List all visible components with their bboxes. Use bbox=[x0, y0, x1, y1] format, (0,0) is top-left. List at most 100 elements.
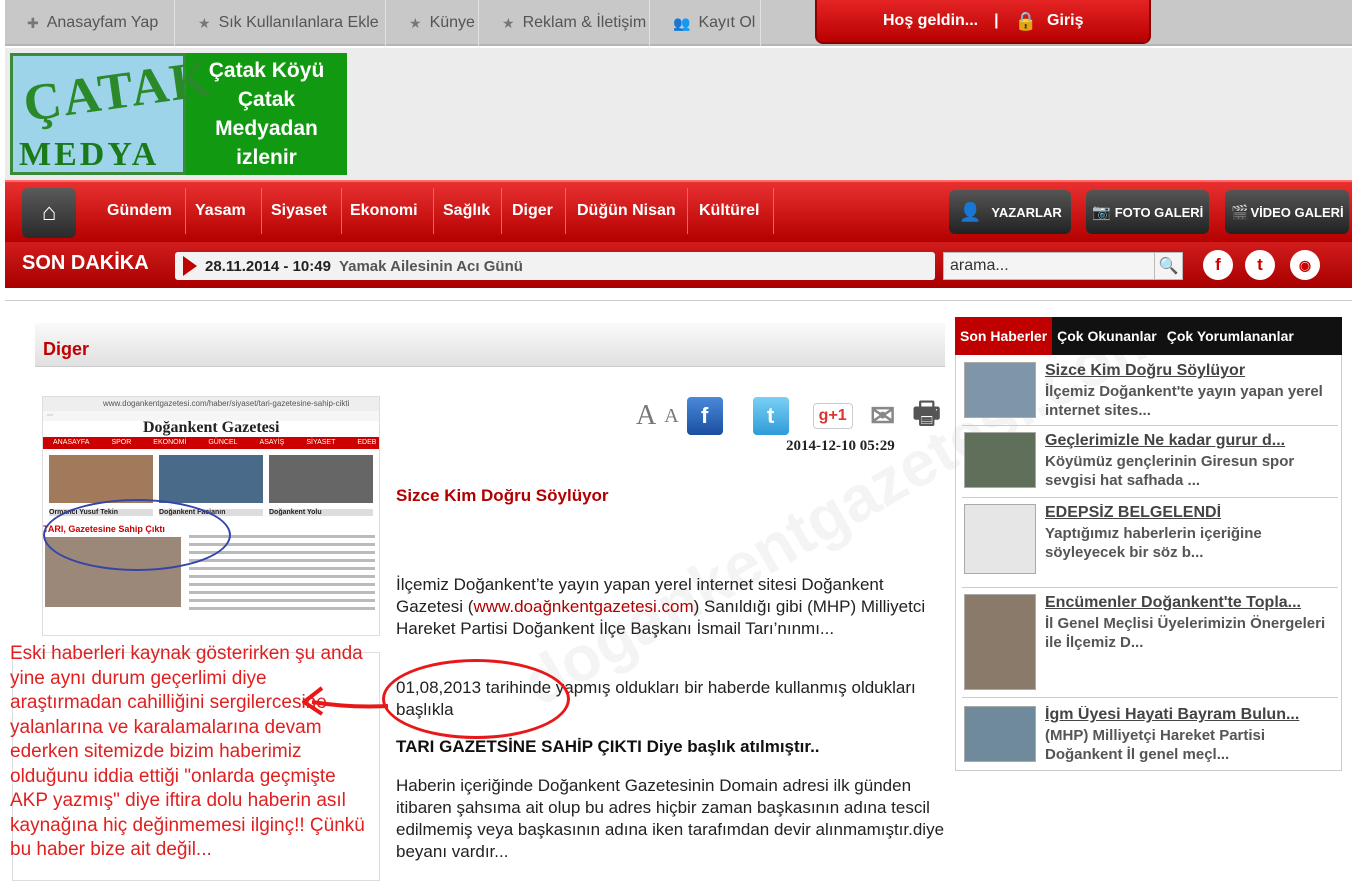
kunye-link[interactable]: ★ Künye bbox=[387, 0, 479, 46]
welcome-text: Hoş geldin... bbox=[883, 12, 979, 29]
tab-cok-okunanlar[interactable]: Çok Okunanlar bbox=[1052, 317, 1162, 355]
news-thumbnail[interactable] bbox=[964, 504, 1036, 574]
category-header: Diger bbox=[35, 323, 945, 367]
star-icon: ★ bbox=[198, 14, 211, 31]
news-title[interactable]: EDEPSİZ BELGELENDİ bbox=[1045, 504, 1335, 522]
share-gplus-icon[interactable]: g+1 bbox=[812, 403, 853, 429]
image-menu: ANASAYFA SPOR EKONOMİ GÜNCEL ASAYİŞ SİYA… bbox=[43, 437, 379, 449]
tab-cok-yorumlananlar[interactable]: Çok Yorumlananlar bbox=[1162, 317, 1299, 355]
video-gallery-button[interactable]: 🎬 VİDEO GALERİ bbox=[1225, 190, 1349, 234]
list-item[interactable]: EDEPSİZ BELGELENDİ Yaptığımız haberlerin… bbox=[962, 502, 1338, 588]
news-title[interactable]: Sizce Kim Doğru Söylüyor bbox=[1045, 362, 1335, 380]
tab-son-haberler[interactable]: Son Haberler bbox=[955, 317, 1053, 355]
news-thumbnail[interactable] bbox=[964, 432, 1036, 488]
lock-icon: 🔒 bbox=[1014, 10, 1038, 31]
news-desc: (MHP) Milliyetçi Hareket Partisi Doğanke… bbox=[1045, 727, 1266, 763]
news-desc: İl Genel Meçlisi Üyelerimizin Önergeleri… bbox=[1045, 615, 1326, 651]
nav-divider bbox=[773, 188, 774, 234]
register-link[interactable]: 👥 Kayıt Ol bbox=[651, 0, 761, 46]
image-site-title: Doğankent Gazetesi bbox=[43, 420, 379, 437]
share-twitter-icon[interactable]: t bbox=[752, 397, 789, 435]
highlight-oval bbox=[382, 659, 570, 739]
image-thumbs bbox=[43, 449, 379, 509]
nav-divider bbox=[341, 188, 342, 234]
nav-item-kulturel[interactable]: Kültürel bbox=[699, 182, 759, 240]
nav-item-ekonomi[interactable]: Ekonomi bbox=[350, 182, 418, 240]
main-nav: ⌂ Gündem Yasam Siyaset Ekonomi Sağlık Di… bbox=[5, 180, 1352, 242]
rss-icon[interactable]: ◉ bbox=[1290, 250, 1320, 280]
image-thumb bbox=[269, 455, 373, 503]
nav-item-saglik[interactable]: Sağlık bbox=[443, 182, 490, 240]
list-item[interactable]: Geçlerimizle Ne kadar gurur d... Köyümüz… bbox=[962, 430, 1338, 498]
user-icon: 👤 bbox=[959, 201, 982, 222]
article-paragraph-1: İlçemiz Doğankent’te yayın yapan yerel i… bbox=[396, 575, 926, 638]
nav-item-yasam[interactable]: Yasam bbox=[195, 182, 246, 240]
login-link[interactable]: Giriş bbox=[1047, 12, 1083, 30]
nav-item-diger[interactable]: Diger bbox=[512, 182, 553, 240]
star-icon: ★ bbox=[502, 14, 515, 31]
welcome-separator: | bbox=[994, 12, 999, 29]
nav-divider bbox=[501, 188, 502, 234]
nav-item-gundem[interactable]: Gündem bbox=[107, 182, 172, 240]
nav-divider bbox=[565, 188, 566, 234]
home-button[interactable]: ⌂ bbox=[22, 188, 76, 238]
sidebar-tabs: Son Haberler Çok Okunanlar Çok Yorumlana… bbox=[955, 317, 1342, 355]
nav-divider bbox=[433, 188, 434, 234]
ticker-date: 28.11.2014 - 10:49 bbox=[205, 257, 331, 275]
article-link[interactable]: www.doağnkentgazetesi.com bbox=[473, 597, 693, 616]
nav-divider bbox=[261, 188, 262, 234]
news-desc: Yaptığımız haberlerin içeriğine söyleyec… bbox=[1045, 525, 1262, 561]
news-title[interactable]: İgm Üyesi Hayati Bayram Bulun... bbox=[1045, 706, 1335, 724]
facebook-icon[interactable]: f bbox=[1203, 250, 1233, 280]
site-logo[interactable]: ÇATAK MEDYA Çatak Köyü Çatak Medyadan iz… bbox=[10, 50, 347, 175]
image-thumb bbox=[159, 455, 263, 503]
news-desc: Köyümüz gençlerinin Giresun spor sevgisi… bbox=[1045, 453, 1295, 489]
camera-icon: 📷 bbox=[1092, 204, 1111, 221]
image-highlight-circle bbox=[43, 499, 231, 571]
article-bold-line: TARI GAZETSİNE SAHİP ÇIKTI Diye başlık a… bbox=[396, 737, 820, 756]
nav-divider bbox=[687, 188, 688, 234]
nav-item-dugun-nisan[interactable]: Düğün Nisan bbox=[577, 182, 676, 240]
make-homepage-link[interactable]: ✚ Anasayfam Yap bbox=[5, 0, 175, 46]
search-button[interactable]: 🔍 bbox=[1155, 252, 1183, 280]
advert-contact-link[interactable]: ★ Reklam & İletişim bbox=[480, 0, 650, 46]
news-thumbnail[interactable] bbox=[964, 594, 1036, 690]
email-icon[interactable]: ✉ bbox=[864, 397, 901, 435]
nav-item-siyaset[interactable]: Siyaset bbox=[271, 182, 327, 240]
users-icon: 👥 bbox=[673, 14, 691, 31]
category-title: Diger bbox=[43, 339, 90, 359]
annotation-arrow-icon bbox=[302, 686, 389, 716]
news-thumbnail[interactable] bbox=[964, 362, 1036, 418]
news-thumbnail[interactable] bbox=[964, 706, 1036, 762]
top-bar: ✚ Anasayfam Yap ★ Sık Kullanılanlara Ekl… bbox=[0, 0, 1352, 48]
add-favorites-link[interactable]: ★ Sık Kullanılanlara Ekle bbox=[176, 0, 386, 46]
image-url-bar: www.dogankentgazetesi.com/haber/siyaset/… bbox=[43, 397, 379, 411]
share-facebook-icon[interactable]: f bbox=[686, 397, 723, 435]
search-input[interactable] bbox=[943, 252, 1155, 280]
news-ticker[interactable]: 28.11.2014 - 10:49 Yamak Ailesinin Acı G… bbox=[175, 252, 935, 280]
photo-gallery-button[interactable]: 📷 FOTO GALERİ bbox=[1086, 190, 1209, 234]
logo-word-medya: MEDYA bbox=[19, 136, 160, 173]
writers-button[interactable]: 👤 YAZARLAR bbox=[949, 190, 1071, 234]
clapper-icon: 🎬 bbox=[1231, 203, 1249, 220]
article-tools: A A f t g+1 ✉ 🖶 bbox=[636, 394, 945, 438]
news-title[interactable]: Geçlerimizle Ne kadar gurur d... bbox=[1045, 432, 1335, 450]
news-desc: İlçemiz Doğankent'te yayın yapan yerel i… bbox=[1045, 383, 1323, 419]
news-title[interactable]: Encümenler Doğankent'te Topla... bbox=[1045, 594, 1335, 612]
list-item[interactable]: Sizce Kim Doğru Söylüyor İlçemiz Doğanke… bbox=[962, 360, 1338, 426]
twitter-icon[interactable]: t bbox=[1245, 250, 1275, 280]
breaking-news-bar: SON DAKİKA 28.11.2014 - 10:49 Yamak Aile… bbox=[5, 242, 1352, 288]
font-decrease-button[interactable]: A bbox=[664, 405, 678, 428]
home-icon: ⌂ bbox=[41, 199, 57, 226]
list-item[interactable]: Encümenler Doğankent'te Topla... İl Gene… bbox=[962, 592, 1338, 698]
welcome-panel: Hoş geldin... | 🔒 Giriş bbox=[815, 0, 1151, 44]
image-thumb bbox=[49, 455, 153, 503]
ticker-headline[interactable]: Yamak Ailesinin Acı Günü bbox=[339, 258, 523, 275]
breaking-label: SON DAKİKA bbox=[22, 252, 149, 274]
print-icon[interactable]: 🖶 bbox=[908, 397, 945, 435]
font-increase-button[interactable]: A bbox=[636, 400, 656, 432]
list-item[interactable]: İgm Üyesi Hayati Bayram Bulun... (MHP) M… bbox=[962, 704, 1338, 768]
logo-mark: ÇATAK MEDYA bbox=[10, 50, 216, 175]
search-icon: 🔍 bbox=[1158, 258, 1179, 275]
article-image[interactable]: www.dogankentgazetesi.com/haber/siyaset/… bbox=[42, 396, 380, 636]
